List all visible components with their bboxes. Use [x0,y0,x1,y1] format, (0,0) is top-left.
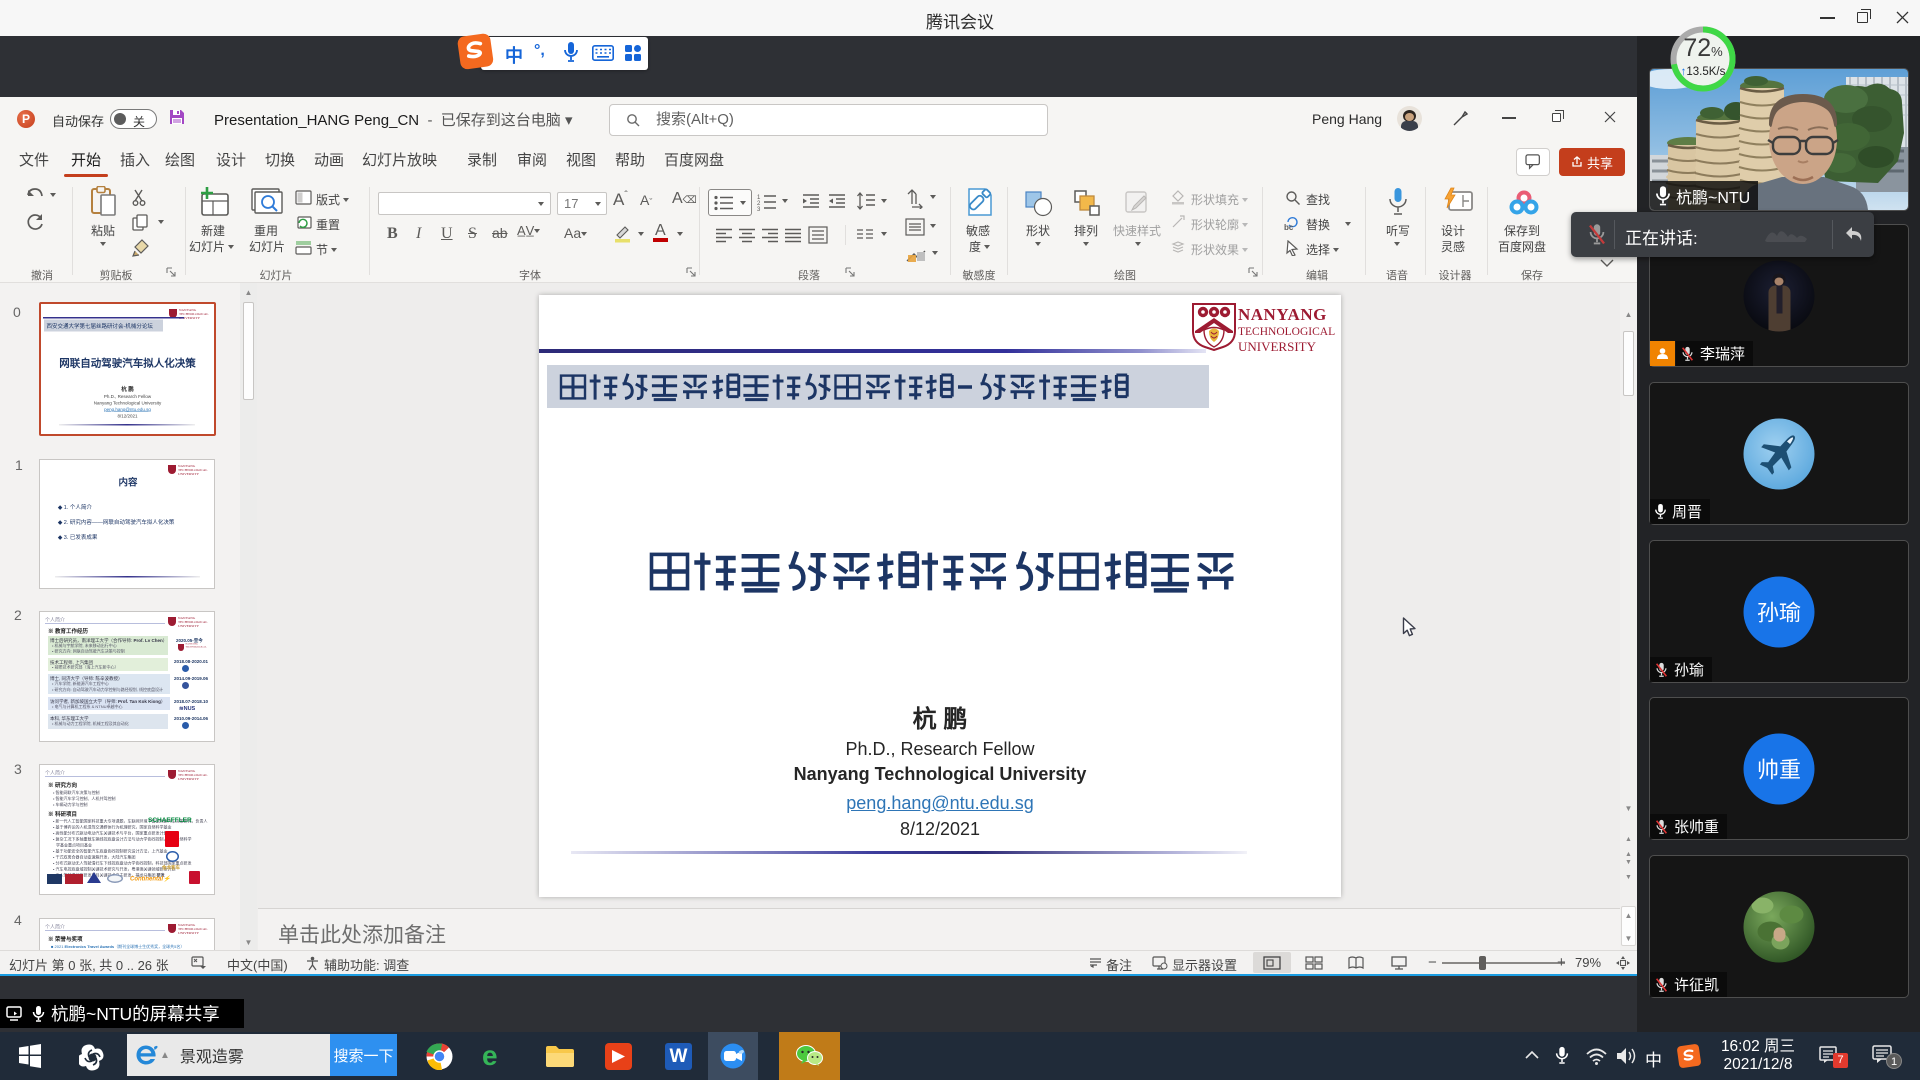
svg-text:3: 3 [757,207,761,211]
svg-text:bc: bc [1284,223,1294,232]
